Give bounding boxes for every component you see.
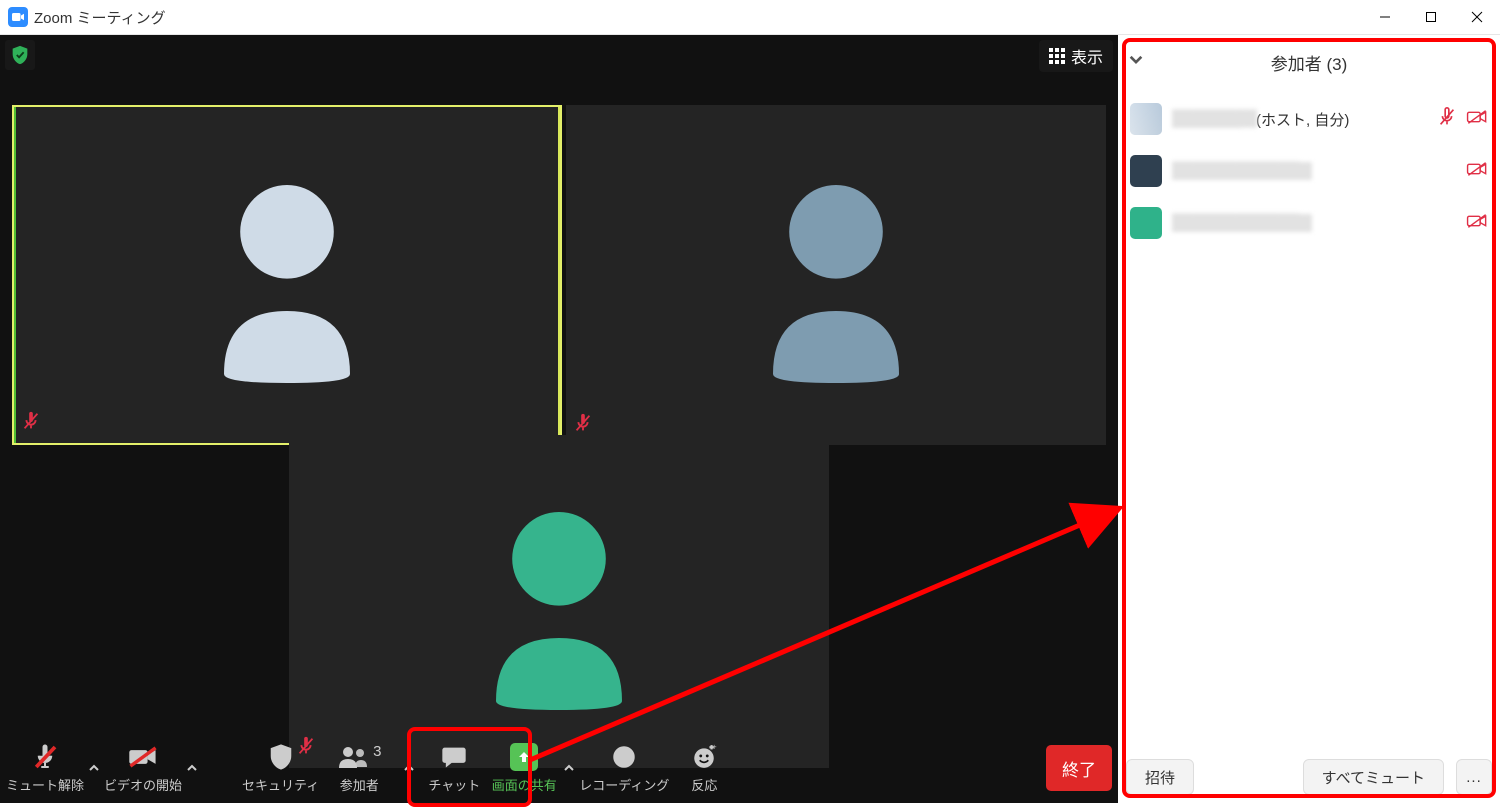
view-label: 表示: [1071, 44, 1103, 68]
video-off-icon: [1466, 106, 1488, 132]
video-options-caret[interactable]: [182, 738, 202, 798]
muted-mic-icon: [1436, 106, 1458, 132]
invite-button[interactable]: 招待: [1126, 759, 1194, 795]
window-maximize-button[interactable]: [1408, 0, 1454, 34]
participant-name: ████████: [1172, 110, 1242, 128]
participant-avatar: [1130, 207, 1162, 239]
participants-count: 3: [373, 743, 381, 760]
start-video-button[interactable]: ビデオの開始: [104, 738, 182, 798]
reactions-button[interactable]: + 反応: [669, 738, 739, 798]
participants-button[interactable]: 3 参加者: [319, 738, 399, 798]
window-titlebar: Zoom ミーティング: [0, 0, 1500, 35]
window-minimize-button[interactable]: [1362, 0, 1408, 34]
share-screen-button[interactable]: 画面の共有: [489, 738, 559, 798]
zoom-app-icon: [8, 7, 28, 27]
window-title: Zoom ミーティング: [34, 7, 166, 28]
panel-footer: 招待 すべてミュート ...: [1126, 759, 1492, 795]
participants-options-caret[interactable]: [399, 738, 419, 798]
panel-more-button[interactable]: ...: [1456, 759, 1492, 795]
video-tile-3[interactable]: [289, 435, 829, 768]
window-close-button[interactable]: [1454, 0, 1500, 34]
record-label: レコーディング: [579, 775, 669, 794]
participant-role: (ホスト, 自分): [1256, 109, 1349, 130]
view-button[interactable]: 表示: [1039, 40, 1113, 72]
share-up-arrow-icon: [510, 743, 538, 771]
video-tile-2[interactable]: [566, 105, 1106, 445]
participant-name: ████████████: [1172, 162, 1312, 180]
reactions-label: 反応: [691, 775, 717, 794]
participant-avatar: [1130, 103, 1162, 135]
participant-name: ████████████: [1172, 214, 1312, 232]
participant-row[interactable]: ████████████: [1118, 197, 1500, 249]
chat-button[interactable]: チャット: [419, 738, 489, 798]
unmute-button[interactable]: ミュート解除: [6, 738, 84, 798]
participant-row[interactable]: ████████████: [1118, 145, 1500, 197]
avatar-icon: [746, 165, 926, 385]
panel-header: 参加者 (3): [1118, 35, 1500, 89]
svg-text:+: +: [712, 744, 717, 751]
record-button[interactable]: レコーディング: [579, 738, 669, 798]
share-label: 画面の共有: [492, 775, 557, 794]
chat-label: チャット: [428, 775, 480, 794]
unmute-label: ミュート解除: [6, 775, 84, 794]
participants-label: 参加者: [340, 775, 379, 794]
meeting-area: 表示: [0, 35, 1118, 803]
participants-panel: 参加者 (3) ████████ (ホスト, 自分) ████████████: [1118, 35, 1500, 803]
start-video-label: ビデオの開始: [104, 775, 182, 794]
share-options-caret[interactable]: [559, 738, 579, 798]
panel-collapse-caret[interactable]: [1128, 52, 1144, 73]
video-off-icon: [1466, 210, 1488, 236]
participant-list: ████████ (ホスト, 自分) ████████████: [1118, 89, 1500, 253]
muted-mic-icon: [20, 410, 42, 437]
security-label: セキュリティ: [242, 775, 319, 794]
panel-title: 参加者 (3): [1271, 50, 1348, 75]
video-tile-1[interactable]: [12, 105, 562, 445]
security-button[interactable]: セキュリティ: [242, 738, 319, 798]
grid-icon: [1049, 48, 1065, 64]
mute-all-button[interactable]: すべてミュート: [1303, 759, 1444, 795]
audio-options-caret[interactable]: [84, 738, 104, 798]
avatar-icon: [469, 492, 649, 712]
participant-row[interactable]: ████████ (ホスト, 自分): [1118, 93, 1500, 145]
encryption-shield-icon[interactable]: [5, 40, 35, 70]
participant-avatar: [1130, 155, 1162, 187]
avatar-icon: [197, 165, 377, 385]
video-off-icon: [1466, 158, 1488, 184]
